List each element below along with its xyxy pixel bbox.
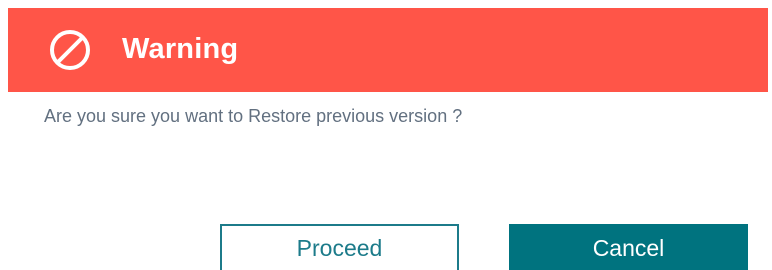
warning-dialog: Warning Are you sure you want to Restore… [0,0,772,270]
dialog-title: Warning [122,33,239,65]
cancel-button[interactable]: Cancel [509,224,748,270]
proceed-button[interactable]: Proceed [220,224,459,270]
prohibited-icon [48,28,92,72]
dialog-header: Warning [8,8,768,92]
confirmation-message: Are you sure you want to Restore previou… [44,106,463,126]
